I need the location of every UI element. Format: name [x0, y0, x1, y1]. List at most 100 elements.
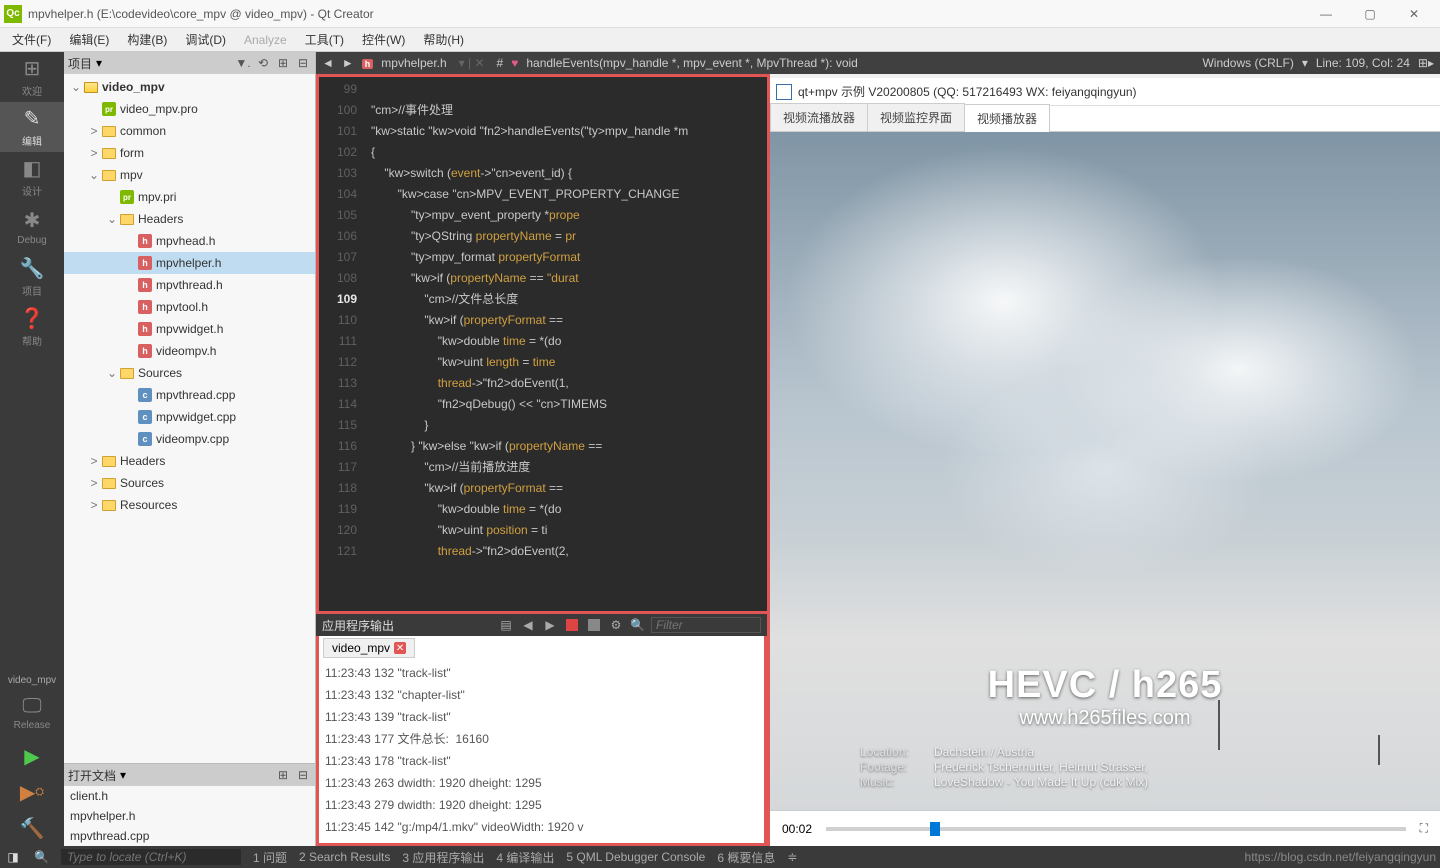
tree-item-mpvhead.h[interactable]: hmpvhead.h [64, 230, 315, 252]
menu-file[interactable]: 文件(F) [4, 29, 59, 50]
open-file-mpvthread.cpp[interactable]: mpvthread.cpp [64, 826, 315, 846]
filter-input[interactable] [651, 617, 761, 633]
split-add-icon[interactable]: ⊞ [275, 767, 291, 783]
app-output-panel: video_mpv✕ 11:23:43 132 "track-list" 11:… [316, 636, 767, 846]
stop-button[interactable] [564, 617, 580, 633]
tree-item-video_mpv[interactable]: ⌄video_mpv [64, 76, 315, 98]
project-tree[interactable]: ⌄video_mpvprvideo_mpv.pro>common>form⌄mp… [64, 74, 315, 763]
video-overlay-text: HEVC / h265 www.h265files.com [988, 664, 1223, 730]
app-tab-stream[interactable]: 视频流播放器 [770, 103, 868, 131]
tree-item-common[interactable]: >common [64, 120, 315, 142]
code-content[interactable]: "cm>//事件处理"kw>static "kw>void "fn2>handl… [363, 77, 767, 611]
prev-icon[interactable]: ◀ [520, 617, 536, 633]
tree-item-Headers[interactable]: ⌄Headers [64, 208, 315, 230]
tree-item-Sources[interactable]: >Sources [64, 472, 315, 494]
nav-back-icon[interactable]: ◄ [322, 56, 334, 70]
menu-analyze[interactable]: Analyze [236, 31, 295, 49]
tree-item-mpvthread.cpp[interactable]: cmpvthread.cpp [64, 384, 315, 406]
status-search[interactable]: 2 Search Results [299, 850, 390, 864]
locator-input[interactable] [61, 849, 241, 865]
edit-icon: ✎ [24, 106, 41, 131]
panel-close-icon[interactable]: ⊟ [295, 55, 311, 71]
mode-welcome[interactable]: ⊞欢迎 [0, 52, 64, 102]
cursor-position[interactable]: Line: 109, Col: 24 [1316, 56, 1410, 70]
status-general[interactable]: 6 概要信息 [717, 849, 775, 866]
mode-debug[interactable]: ✱Debug [0, 202, 64, 252]
tree-item-mpv[interactable]: ⌄mpv [64, 164, 315, 186]
panel-close-icon[interactable]: ⊟ [295, 767, 311, 783]
tree-item-form[interactable]: >form [64, 142, 315, 164]
open-file-client.h[interactable]: client.h [64, 786, 315, 806]
tree-item-Resources[interactable]: >Resources [64, 494, 315, 516]
output-tab[interactable]: video_mpv✕ [323, 638, 415, 658]
tree-item-mpvtool.h[interactable]: hmpvtool.h [64, 296, 315, 318]
app-window-title: qt+mpv 示例 V20200805 (QQ: 517216493 WX: f… [798, 83, 1137, 100]
context-bar: ◄ ► h mpvhelper.h ▾ | ✕ # ♥ handleEvents… [316, 52, 1440, 74]
tree-item-Sources[interactable]: ⌄Sources [64, 362, 315, 384]
menu-debug[interactable]: 调试(D) [177, 29, 234, 50]
app-tabs: 视频流播放器 视频监控界面 视频播放器 [770, 106, 1440, 132]
fullscreen-icon[interactable]: ⛶ [1420, 821, 1428, 836]
seek-slider[interactable] [826, 827, 1406, 831]
status-compile[interactable]: 4 编译输出 [496, 849, 554, 866]
filter-icon[interactable]: ▼. [235, 55, 251, 71]
app-tab-player[interactable]: 视频播放器 [964, 104, 1050, 132]
tree-item-mpvwidget.h[interactable]: hmpvwidget.h [64, 318, 315, 340]
debug-run-button[interactable]: ▶⛭ [0, 774, 64, 810]
status-appout[interactable]: 3 应用程序输出 [402, 849, 484, 866]
app-tab-monitor[interactable]: 视频监控界面 [867, 103, 965, 131]
mode-design[interactable]: ◧设计 [0, 152, 64, 202]
mode-bar: ⊞欢迎 ✎编辑 ◧设计 ✱Debug 🔧项目 ❓帮助 video_mpv 🖵Re… [0, 52, 64, 846]
maximize-button[interactable]: ▢ [1348, 2, 1392, 26]
attach-icon[interactable]: ▤ [498, 617, 514, 633]
status-more-icon[interactable]: ≑ [787, 850, 797, 864]
mode-edit[interactable]: ✎编辑 [0, 102, 64, 152]
close-tab-icon[interactable]: ✕ [394, 642, 406, 654]
open-docs-list[interactable]: client.hmpvhelper.hmpvthread.cpp [64, 786, 315, 846]
stop2-button[interactable] [586, 617, 602, 633]
output-log[interactable]: 11:23:43 132 "track-list" 11:23:43 132 "… [319, 660, 764, 840]
open-file-mpvhelper.h[interactable]: mpvhelper.h [64, 806, 315, 826]
minimize-button[interactable]: — [1304, 2, 1348, 26]
video-viewport[interactable]: HEVC / h265 www.h265files.com Location:D… [770, 132, 1440, 810]
tree-item-mpvthread.h[interactable]: hmpvthread.h [64, 274, 315, 296]
wrench-icon: 🔧 [20, 256, 45, 281]
mode-help[interactable]: ❓帮助 [0, 302, 64, 352]
split-add-icon[interactable]: ⊞ [275, 55, 291, 71]
tree-item-videompv.cpp[interactable]: cvideompv.cpp [64, 428, 315, 450]
sidebar-toggle-icon[interactable]: ◨ [4, 848, 22, 866]
tree-item-Headers[interactable]: >Headers [64, 450, 315, 472]
split-icon[interactable]: ⊞▸ [1418, 56, 1434, 70]
code-editor[interactable]: 9910010110210310410510610710810911011111… [316, 74, 767, 614]
tree-item-mpvwidget.cpp[interactable]: cmpvwidget.cpp [64, 406, 315, 428]
tree-item-mpvhelper.h[interactable]: hmpvhelper.h [64, 252, 315, 274]
symbol-path[interactable]: handleEvents(mpv_handle *, mpv_event *, … [526, 56, 858, 70]
status-issues[interactable]: 1 问题 [253, 849, 287, 866]
menu-build[interactable]: 构建(B) [119, 29, 175, 50]
tree-item-video_mpv.pro[interactable]: prvideo_mpv.pro [64, 98, 315, 120]
build-button[interactable]: 🔨 [0, 810, 64, 846]
mode-projects[interactable]: 🔧项目 [0, 252, 64, 302]
menu-widgets[interactable]: 控件(W) [354, 29, 413, 50]
close-button[interactable]: ✕ [1392, 2, 1436, 26]
player-controls: 00:02 ⛶ [770, 810, 1440, 846]
tree-item-mpv.pri[interactable]: prmpv.pri [64, 186, 315, 208]
menu-tools[interactable]: 工具(T) [297, 29, 352, 50]
menu-edit[interactable]: 编辑(E) [61, 29, 117, 50]
watermark: https://blog.csdn.net/feiyangqingyun [1245, 850, 1436, 864]
settings-icon[interactable]: ⚙ [608, 617, 624, 633]
tree-item-videompv.h[interactable]: hvideompv.h [64, 340, 315, 362]
member-icon: # [497, 56, 504, 70]
next-icon[interactable]: ▶ [542, 617, 558, 633]
monitor-icon: 🖵 [22, 695, 41, 718]
kit-selector[interactable]: 🖵Release [0, 688, 64, 738]
run-button[interactable]: ▶ [0, 738, 64, 774]
status-qml[interactable]: 5 QML Debugger Console [566, 850, 705, 864]
kit-name[interactable]: video_mpv [0, 673, 64, 688]
seek-thumb[interactable] [930, 822, 940, 836]
nav-fwd-icon[interactable]: ► [342, 56, 354, 70]
menu-help[interactable]: 帮助(H) [415, 29, 472, 50]
link-icon[interactable]: ⟲ [255, 55, 271, 71]
editor-filename[interactable]: mpvhelper.h [381, 56, 446, 70]
encoding-label[interactable]: Windows (CRLF) [1202, 56, 1293, 70]
